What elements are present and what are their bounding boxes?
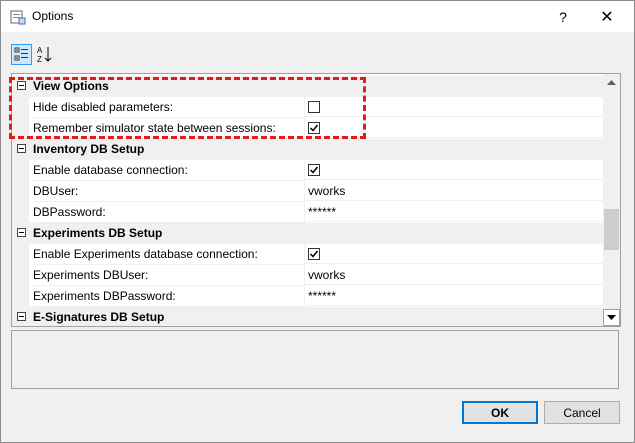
- window-title: Options: [32, 9, 74, 23]
- help-button[interactable]: ?: [541, 1, 585, 32]
- property-name: DBUser:: [33, 181, 305, 202]
- property-value-text[interactable]: vworks: [305, 265, 603, 285]
- property-row[interactable]: Enable database connection:: [12, 160, 603, 181]
- arrow-up-icon: [607, 80, 616, 85]
- category-label: View Options: [33, 79, 109, 93]
- property-row[interactable]: Experiments DBPassword: ******: [12, 286, 603, 307]
- collapse-toggle-icon[interactable]: [17, 144, 26, 153]
- sort-alphabetical-icon: A Z: [37, 46, 52, 64]
- scroll-down-button[interactable]: [603, 309, 620, 326]
- property-value-checkbox[interactable]: [305, 160, 603, 180]
- arrow-down-icon: [607, 315, 616, 320]
- property-value-text[interactable]: ******: [305, 202, 603, 222]
- property-name: Enable Experiments database connection:: [33, 244, 305, 265]
- property-row[interactable]: Experiments DBUser: vworks: [12, 265, 603, 286]
- property-value-checkbox[interactable]: [305, 97, 603, 117]
- category-row[interactable]: Inventory DB Setup: [12, 139, 603, 160]
- category-row[interactable]: Experiments DB Setup: [12, 223, 603, 244]
- collapse-toggle-icon[interactable]: [17, 81, 26, 90]
- property-row[interactable]: DBUser: vworks: [12, 181, 603, 202]
- property-name: Experiments DBUser:: [33, 265, 305, 286]
- category-label: Experiments DB Setup: [33, 226, 163, 240]
- row-gutter: [12, 244, 29, 265]
- category-row[interactable]: View Options: [12, 76, 603, 97]
- close-button[interactable]: ✕: [585, 1, 629, 32]
- property-name: Remember simulator state between session…: [33, 118, 305, 139]
- checkbox-unchecked-icon[interactable]: [308, 101, 320, 113]
- property-name: Enable database connection:: [33, 160, 305, 181]
- row-gutter: [12, 286, 29, 307]
- checkbox-checked-icon[interactable]: [308, 122, 320, 134]
- row-gutter: [12, 181, 29, 202]
- property-rows: View Options Hide disabled parameters: Rem…: [12, 76, 603, 326]
- property-name: DBPassword:: [33, 202, 305, 223]
- property-name: Hide disabled parameters:: [33, 97, 305, 118]
- property-value-text[interactable]: vworks: [305, 181, 603, 201]
- categorized-view-icon: [14, 47, 28, 61]
- row-gutter: [12, 160, 29, 181]
- collapse-toggle-icon[interactable]: [17, 312, 26, 321]
- category-label: E-Signatures DB Setup: [33, 310, 165, 324]
- vertical-scrollbar[interactable]: [603, 74, 620, 326]
- row-gutter: [12, 265, 29, 286]
- property-row[interactable]: DBPassword: ******: [12, 202, 603, 223]
- svg-text:A: A: [37, 46, 43, 55]
- options-dialog: Options ? ✕ A Z View Options Hide disabl…: [0, 0, 635, 443]
- row-gutter: [12, 202, 29, 223]
- app-icon: [10, 9, 26, 25]
- scroll-up-button[interactable]: [603, 74, 620, 91]
- categorized-view-button[interactable]: [11, 44, 32, 65]
- row-gutter: [12, 118, 29, 139]
- property-value-text[interactable]: ******: [305, 286, 603, 306]
- alphabetical-view-button[interactable]: A Z: [35, 44, 56, 65]
- checkbox-checked-icon[interactable]: [308, 164, 320, 176]
- scroll-thumb[interactable]: [604, 209, 619, 250]
- cancel-button[interactable]: Cancel: [544, 401, 620, 424]
- row-gutter: [12, 97, 29, 118]
- category-label: Inventory DB Setup: [33, 142, 145, 156]
- property-value-checkbox[interactable]: [305, 118, 603, 138]
- checkbox-checked-icon[interactable]: [308, 248, 320, 260]
- property-row[interactable]: Enable Experiments database connection:: [12, 244, 603, 265]
- ok-button[interactable]: OK: [462, 401, 538, 424]
- category-row[interactable]: E-Signatures DB Setup: [12, 307, 603, 326]
- property-row[interactable]: Remember simulator state between session…: [12, 118, 603, 139]
- property-row[interactable]: Hide disabled parameters:: [12, 97, 603, 118]
- collapse-toggle-icon[interactable]: [17, 228, 26, 237]
- title-bar[interactable]: Options ? ✕: [1, 1, 634, 32]
- property-grid[interactable]: View Options Hide disabled parameters: Rem…: [11, 73, 621, 327]
- description-panel: [11, 330, 619, 389]
- property-value-checkbox[interactable]: [305, 244, 603, 264]
- svg-text:Z: Z: [37, 55, 42, 64]
- property-name: Experiments DBPassword:: [33, 286, 305, 307]
